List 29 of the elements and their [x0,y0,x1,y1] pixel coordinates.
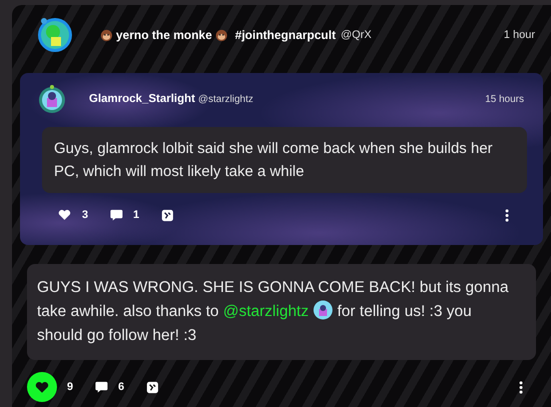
author-handle[interactable]: @starzlightz [198,94,486,104]
like-count: 3 [82,209,88,221]
like-count: 9 [67,381,74,393]
heart-icon [58,209,70,221]
author-tag: #jointhegnarpcult [235,28,336,42]
comment-icon[interactable] [95,381,108,393]
avatar-icon[interactable] [37,17,73,53]
repost-icon[interactable] [146,380,160,394]
heart-icon [35,380,49,394]
post-time: 1 hour [504,29,535,41]
comment-icon[interactable] [110,209,124,221]
mention-link[interactable]: @starzlightz [223,303,309,320]
author-name[interactable]: Glamrock_Starlight [89,93,196,105]
more-icon[interactable] [519,380,523,394]
monkey-icon [215,28,228,42]
post-time: 15 hours [485,94,524,104]
quoted-text: Guys, glamrock lolbit said she will come back when she builds her PC, which will most likely take a while [42,127,527,193]
like-button[interactable] [27,372,57,402]
monkey-icon [100,28,113,42]
quoted-post[interactable]: Glamrock_Starlight @starzlightz 15 hours Guys, glamrock lolbit said she will come back when she builds her PC, which will most likely take a while 3 1 [20,73,543,245]
avatar-icon [312,300,333,320]
repost-icon[interactable] [161,208,174,222]
author-name[interactable]: yerno the monke [116,28,212,42]
author-handle[interactable]: @QrX [340,29,372,41]
comment-count: 6 [118,381,124,393]
post-text: GUYS I WAS WRONG. SHE IS GONNA COME BACK! but its gonna take awhile. also thanks to @starzlightz for telling us! :3 you should go follow her! :3 [27,264,536,360]
avatar-icon[interactable] [37,84,67,114]
comment-count: 1 [133,209,140,221]
more-icon[interactable] [505,208,509,222]
